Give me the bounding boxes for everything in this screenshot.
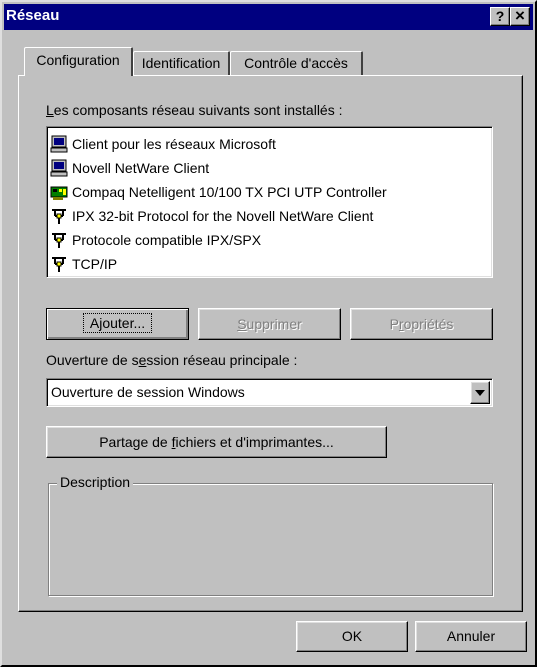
network-client-icon [50, 159, 68, 177]
ok-button[interactable]: OK [296, 621, 408, 652]
tab-join [25, 74, 131, 76]
cancel-button[interactable]: Annuler [415, 621, 527, 652]
primary-logon-value: Ouverture de session Windows [51, 384, 245, 400]
add-button[interactable]: Ajouter... [46, 308, 189, 340]
window-title: Réseau [6, 7, 60, 24]
tab-configuration[interactable]: Configuration [24, 47, 133, 76]
dropdown-button[interactable] [470, 381, 490, 404]
properties-button[interactable]: Propriétés [350, 308, 493, 340]
components-label: Les composants réseau suivants sont inst… [46, 102, 343, 118]
remove-button[interactable]: Supprimer [198, 308, 341, 340]
close-button[interactable]: × [510, 7, 530, 26]
tab-identification[interactable]: Identification [133, 51, 230, 76]
protocol-icon [52, 257, 66, 272]
network-client-icon [50, 135, 68, 153]
title-bar[interactable]: Réseau ? × [4, 4, 533, 30]
network-adapter-icon [50, 186, 68, 200]
help-button[interactable]: ? [490, 7, 510, 26]
primary-logon-label: Ouverture de session réseau principale : [46, 352, 298, 368]
description-legend: Description [57, 474, 134, 490]
primary-logon-select[interactable]: Ouverture de session Windows [46, 378, 493, 407]
description-group: Description [48, 474, 493, 596]
components-list[interactable]: Client pour les réseaux Microsoft Novell… [46, 126, 493, 278]
protocol-icon [52, 209, 66, 224]
network-dialog: Réseau ? × Configuration Identification … [0, 0, 537, 667]
tab-access-control[interactable]: Contrôle d'accès [230, 51, 363, 76]
protocol-icon [52, 233, 66, 248]
file-printer-sharing-button[interactable]: Partage de fichiers et d'imprimantes... [46, 426, 387, 458]
close-icon: × [515, 6, 525, 25]
chevron-down-icon [475, 390, 485, 396]
